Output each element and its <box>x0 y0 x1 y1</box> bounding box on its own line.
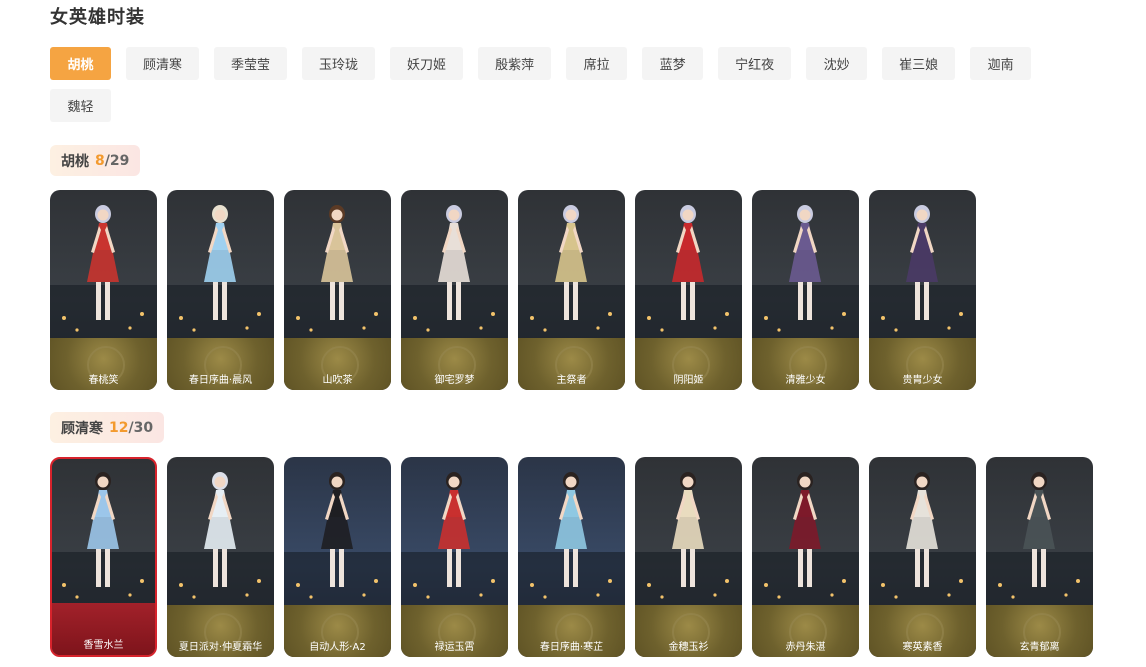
hero-tab[interactable]: 胡桃 <box>50 47 111 80</box>
section-total-count: /29 <box>104 152 130 169</box>
skin-name: 禄运玉霄 <box>434 642 475 653</box>
skin-name: 夏日派对·仲夏霜华 <box>178 642 263 653</box>
skin-card[interactable]: 寒英素香 <box>869 457 976 657</box>
skin-name: 玄青郁离 <box>1019 642 1060 653</box>
skin-row-hutao: 春桃笑 春日序曲·晨风 山吹茶 御宅罗梦 主祭者 阴阳姬 清雅少女 贵胄少女 <box>50 190 976 390</box>
section-owned-count: 8 <box>95 152 105 169</box>
skin-card[interactable]: 禄运玉霄 <box>401 457 508 657</box>
skin-card[interactable]: 春桃笑 <box>50 190 157 390</box>
skin-name: 香雪水兰 <box>83 640 124 651</box>
section-hero-name: 顾清寒 <box>61 420 103 437</box>
hero-tab[interactable]: 宁红夜 <box>718 47 792 80</box>
skin-row-guqinghan: 香雪水兰 夏日派对·仲夏霜华 自动人形·A2 禄运玉霄 春日序曲·寒芷 金穗玉衫 赤丹朱湛 寒… <box>50 457 1093 657</box>
skin-name: 春日序曲·晨风 <box>188 375 253 386</box>
skin-card[interactable]: 御宅罗梦 <box>401 190 508 390</box>
hero-tab[interactable]: 季莹莹 <box>214 47 288 80</box>
hero-tab-bar: 胡桃 顾清寒 季莹莹 玉玲珑 妖刀姬 殷紫萍 席拉 蓝梦 宁红夜 沈妙 崔三娘 迦南魏轻 <box>50 47 1050 122</box>
hero-tab[interactable]: 迦南 <box>970 47 1032 80</box>
section-label-hutao: 胡桃 8 /29 <box>50 145 141 176</box>
section-total-count: /30 <box>128 419 154 436</box>
skin-card[interactable]: 香雪水兰 <box>50 457 157 657</box>
skin-card[interactable]: 春日序曲·寒芷 <box>518 457 625 657</box>
hero-tab[interactable]: 殷紫萍 <box>478 47 552 80</box>
skin-name: 贵胄少女 <box>902 375 943 386</box>
hero-tab[interactable]: 崔三娘 <box>882 47 956 80</box>
hero-tab[interactable]: 魏轻 <box>50 89 111 122</box>
skin-card[interactable]: 贵胄少女 <box>869 190 976 390</box>
skin-card[interactable]: 阴阳姬 <box>635 190 742 390</box>
skin-card[interactable]: 春日序曲·晨风 <box>167 190 274 390</box>
section-hero-name: 胡桃 <box>61 153 89 170</box>
skin-name: 清雅少女 <box>785 375 826 386</box>
skin-name: 自动人形·A2 <box>309 642 366 653</box>
skin-card[interactable]: 自动人形·A2 <box>284 457 391 657</box>
skin-card[interactable]: 山吹茶 <box>284 190 391 390</box>
skin-name: 御宅罗梦 <box>434 375 475 386</box>
skin-name: 赤丹朱湛 <box>785 642 826 653</box>
skin-name: 金穗玉衫 <box>668 642 709 653</box>
skin-card[interactable]: 玄青郁离 <box>986 457 1093 657</box>
page-title: 女英雄时装 <box>50 7 145 28</box>
skin-card[interactable]: 赤丹朱湛 <box>752 457 859 657</box>
hero-tab[interactable]: 沈妙 <box>806 47 868 80</box>
skin-name: 阴阳姬 <box>673 375 704 386</box>
skin-name: 山吹茶 <box>322 375 353 386</box>
hero-tab[interactable]: 蓝梦 <box>642 47 704 80</box>
hero-tab[interactable]: 玉玲珑 <box>302 47 376 80</box>
hero-tab[interactable]: 席拉 <box>566 47 628 80</box>
hero-tab[interactable]: 顾清寒 <box>126 47 200 80</box>
skin-card[interactable]: 夏日派对·仲夏霜华 <box>167 457 274 657</box>
skin-name: 寒英素香 <box>902 642 943 653</box>
skin-name: 春日序曲·寒芷 <box>539 642 604 653</box>
section-owned-count: 12 <box>109 419 129 436</box>
skin-name: 春桃笑 <box>88 375 119 386</box>
skin-card[interactable]: 主祭者 <box>518 190 625 390</box>
hero-tab[interactable]: 妖刀姬 <box>390 47 464 80</box>
section-label-guqinghan: 顾清寒 12 /30 <box>50 412 165 443</box>
skin-card[interactable]: 清雅少女 <box>752 190 859 390</box>
skin-name: 主祭者 <box>556 375 587 386</box>
skin-card[interactable]: 金穗玉衫 <box>635 457 742 657</box>
